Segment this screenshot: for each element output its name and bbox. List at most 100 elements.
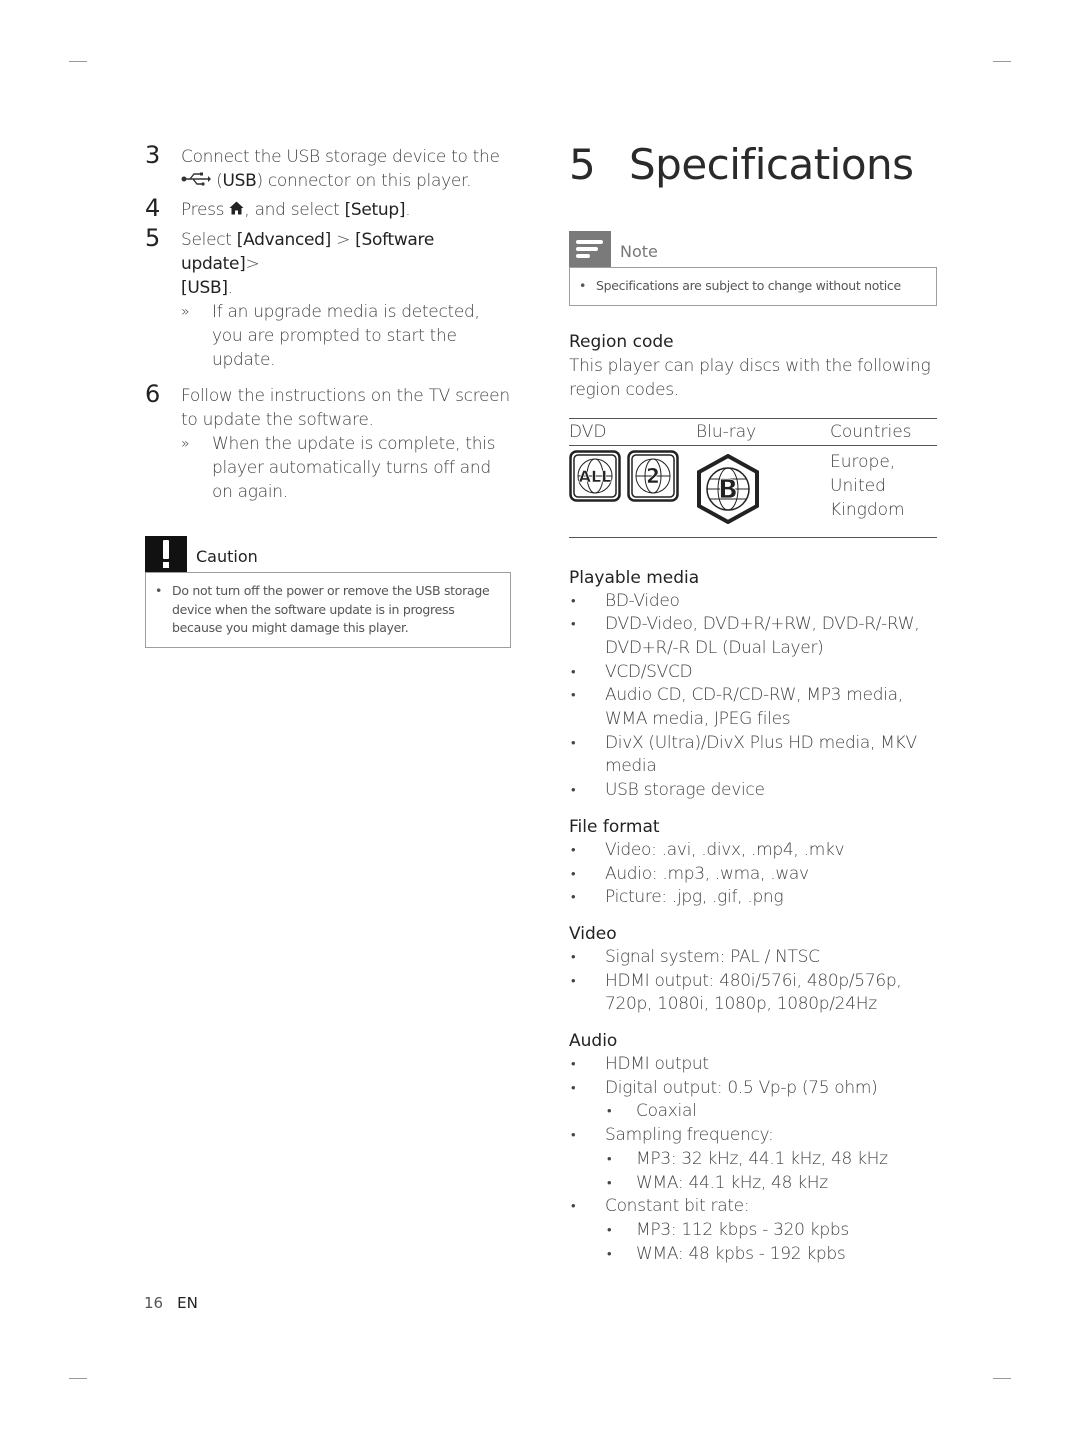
step-number: 3	[145, 141, 160, 169]
svg-text:ALL: ALL	[579, 467, 612, 486]
list-item: Digital output: 0.5 Vp-p (75 ohm)	[569, 1077, 937, 1101]
sub-list-item: Coaxial	[569, 1100, 937, 1124]
page-footer: 16 EN	[144, 1294, 198, 1312]
note-label: Note	[620, 242, 658, 261]
separator: >	[245, 254, 260, 274]
step-text-suffix: connector on this player.	[262, 171, 472, 191]
home-icon	[229, 198, 244, 222]
dvd-region-2-icon: 2	[627, 449, 680, 509]
step-3: 3 Connect the USB storage device to the …	[145, 141, 500, 193]
caution-callout: Caution • Do not turn off the power or r…	[145, 536, 511, 648]
separator: >	[331, 230, 356, 250]
list-item: VCD/SVCD	[569, 661, 937, 685]
chapter-number: 5	[569, 140, 596, 189]
step-text: Connect the USB storage device to the	[181, 147, 500, 167]
spec-sections: Playable mediaBD-VideoDVD-Video, DVD+R/+…	[569, 566, 937, 1267]
advanced-option: [Advanced]	[236, 230, 332, 250]
left-column: 3 Connect the USB storage device to the …	[145, 140, 515, 648]
step-number: 6	[145, 380, 160, 408]
sub-list-item: WMA: 44.1 kHz, 48 kHz	[569, 1172, 937, 1196]
step-text: Follow the instructions on the TV screen…	[181, 386, 510, 430]
page-number: 16	[144, 1294, 164, 1312]
spec-list: Video: .avi, .divx, .mp4, .mkvAudio: .mp…	[569, 839, 937, 910]
sub-list-item: MP3: 112 kbps - 320 kpbs	[569, 1219, 937, 1243]
section-heading: Audio	[569, 1031, 618, 1052]
list-item: BD-Video	[569, 590, 937, 614]
usb-label: USB	[222, 171, 257, 191]
exclamation-icon	[145, 536, 187, 572]
spec-section-audio: AudioHDMI outputDigital output: 0.5 Vp-p…	[569, 1029, 937, 1266]
crop-mark-top-left	[69, 61, 87, 62]
list-item: Audio: .mp3, .wma, .wav	[569, 863, 937, 887]
list-item: HDMI output	[569, 1053, 937, 1077]
language-code: EN	[177, 1294, 198, 1312]
list-item: Constant bit rate:	[569, 1195, 937, 1219]
region-code-table: DVD Blu-ray Countries ALL 2 B Europe, Un…	[569, 417, 937, 538]
setup-option: [Setup]	[344, 200, 406, 220]
countries-cell: Europe, United Kingdom	[830, 445, 937, 538]
caution-header: Caution	[145, 536, 511, 572]
spec-section-file-format: File formatVideo: .avi, .divx, .mp4, .mk…	[569, 815, 937, 910]
crop-mark-bottom-right	[993, 1378, 1011, 1379]
section-heading: Playable media	[569, 567, 700, 588]
section-heading: Video	[569, 923, 617, 944]
table-row: ALL 2 B Europe, United Kingdom	[569, 445, 937, 538]
list-item: DivX (Ultra)/DivX Plus HD media, MKV med…	[569, 732, 937, 779]
result-text: When the update is complete, this player…	[212, 434, 496, 502]
list-item: Picture: .jpg, .gif, .png	[569, 886, 937, 910]
step-text: , and select	[244, 200, 345, 220]
step-4: 4 Press , and select [Setup].	[145, 194, 515, 222]
list-item: Sampling frequency:	[569, 1124, 937, 1148]
note-body: • Specifications are subject to change w…	[569, 267, 937, 306]
dvd-region-all-icon: ALL	[569, 449, 621, 509]
spec-list: Signal system: PAL / NTSCHDMI output: 48…	[569, 946, 937, 1017]
step-result: » When the update is complete, this play…	[181, 432, 515, 504]
table-header-row: DVD Blu-ray Countries	[569, 417, 937, 446]
bullet: •	[579, 278, 587, 293]
chapter-title: 5 Specifications	[569, 140, 937, 196]
result-marker: »	[181, 436, 190, 452]
dvd-region-cell: ALL 2	[569, 445, 696, 538]
chapter-title-text: Specifications	[629, 140, 914, 189]
list-item: Audio CD, CD-R/CD-RW, MP3 media, WMA med…	[569, 684, 937, 731]
note-lines-icon	[569, 231, 611, 267]
bullet: •	[155, 583, 163, 598]
crop-mark-bottom-left	[69, 1378, 87, 1379]
region-code-description: This player can play discs with the foll…	[569, 355, 931, 400]
list-item: Video: .avi, .divx, .mp4, .mkv	[569, 839, 937, 863]
svg-text:2: 2	[646, 464, 660, 488]
caution-body: • Do not turn off the power or remove th…	[145, 572, 511, 648]
bluray-region-cell: B	[696, 445, 830, 538]
note-text: Specifications are subject to change wit…	[596, 278, 901, 293]
list-item: Signal system: PAL / NTSC	[569, 946, 937, 970]
spec-section-video: VideoSignal system: PAL / NTSCHDMI outpu…	[569, 922, 937, 1017]
list-item: USB storage device	[569, 779, 937, 803]
spec-list: HDMI outputDigital output: 0.5 Vp-p (75 …	[569, 1053, 937, 1266]
spec-list: BD-VideoDVD-Video, DVD+R/+RW, DVD-R/-RW,…	[569, 590, 937, 803]
step-6: 6 Follow the instructions on the TV scre…	[145, 380, 515, 504]
right-column: 5 Specifications Note • Specifications ar…	[569, 140, 937, 1266]
step-result: » If an upgrade media is detected, you a…	[181, 300, 515, 372]
region-code-heading: Region code	[569, 331, 674, 352]
list-item: HDMI output: 480i/576i, 480p/576p, 720p,…	[569, 970, 937, 1017]
list-item: DVD-Video, DVD+R/+RW, DVD-R/-RW, DVD+R/-…	[569, 613, 937, 660]
column-header-countries: Countries	[830, 417, 937, 446]
step-text: Select	[181, 230, 237, 250]
column-header-dvd: DVD	[569, 417, 696, 446]
spec-section-playable-media: Playable mediaBD-VideoDVD-Video, DVD+R/+…	[569, 566, 937, 803]
caution-label: Caution	[196, 547, 258, 566]
usb-option: [USB]	[181, 278, 228, 298]
step-number: 5	[145, 224, 160, 252]
note-callout: Note • Specifications are subject to cha…	[569, 231, 937, 306]
crop-mark-top-right	[993, 61, 1011, 62]
usb-icon	[181, 169, 211, 193]
sub-list-item: MP3: 32 kHz, 44.1 kHz, 48 kHz	[569, 1148, 937, 1172]
section-heading: File format	[569, 816, 660, 837]
step-number: 4	[145, 194, 160, 222]
step-text: .	[405, 200, 411, 220]
svg-text:B: B	[718, 475, 738, 505]
caution-text: Do not turn off the power or remove the …	[172, 583, 490, 635]
note-header: Note	[569, 231, 937, 267]
bluray-region-b-icon: B	[696, 453, 760, 531]
column-header-bluray: Blu-ray	[696, 417, 830, 446]
